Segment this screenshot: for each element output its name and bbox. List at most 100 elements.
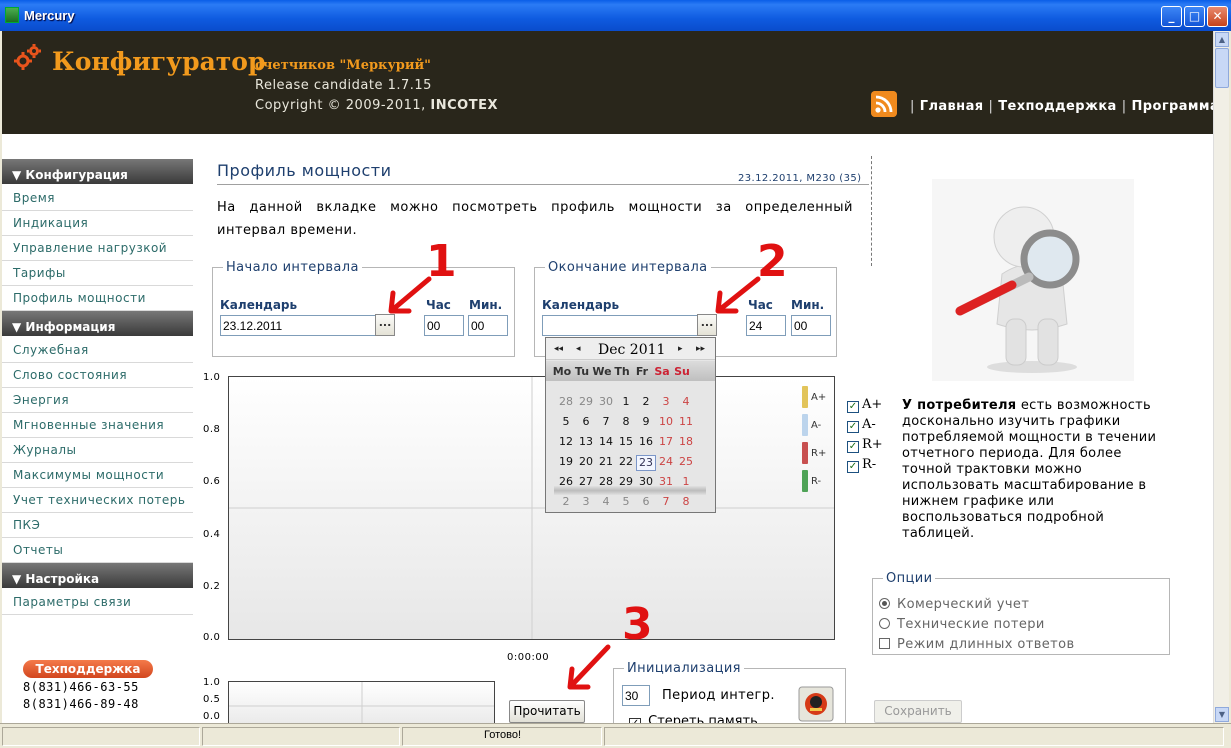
- checkbox-checked-icon[interactable]: ✓: [847, 401, 859, 413]
- calendar-day[interactable]: 22: [616, 455, 636, 468]
- rss-icon[interactable]: [871, 91, 897, 117]
- integration-period-input[interactable]: [622, 685, 650, 706]
- calendar-day[interactable]: 27: [576, 475, 596, 488]
- calendar-day[interactable]: 20: [576, 455, 596, 468]
- calendar-day[interactable]: 2: [556, 495, 576, 508]
- calendar-day[interactable]: 12: [556, 435, 576, 448]
- calendar-day[interactable]: 7: [656, 495, 676, 508]
- checkbox-checked-icon[interactable]: ✓: [847, 421, 859, 433]
- init-device-icon[interactable]: [798, 686, 834, 722]
- title-bar[interactable]: Mercury _ □ ✕: [0, 0, 1231, 31]
- checkbox-icon[interactable]: [879, 638, 890, 649]
- calendar-day[interactable]: 26: [556, 475, 576, 488]
- calendar-day[interactable]: 3: [656, 395, 676, 408]
- nav-program-link[interactable]: Программа: [1132, 99, 1214, 114]
- scroll-up-icon[interactable]: ▲: [1215, 32, 1229, 47]
- toggle-r-minus[interactable]: ✓ R-: [847, 457, 876, 473]
- support-badge[interactable]: Техподдержка: [23, 660, 153, 678]
- checkbox-checked-icon[interactable]: ✓: [847, 441, 859, 453]
- calendar-day[interactable]: 8: [616, 415, 636, 428]
- calendar-day[interactable]: 11: [676, 415, 696, 428]
- calendar-day[interactable]: 14: [596, 435, 616, 448]
- end-min-input[interactable]: [791, 315, 831, 336]
- calendar-day[interactable]: 6: [576, 415, 596, 428]
- calendar-day[interactable]: 9: [636, 415, 656, 428]
- sidebar-section-configuration[interactable]: ▼ Конфигурация: [2, 159, 193, 184]
- power-profile-chart[interactable]: [228, 376, 835, 640]
- calendar-day[interactable]: 1: [616, 395, 636, 408]
- radio-icon[interactable]: [879, 618, 890, 629]
- calendar-day[interactable]: 30: [636, 475, 656, 488]
- calendar-day[interactable]: 2: [636, 395, 656, 408]
- sidebar-item-technical-losses[interactable]: Учет технических потерь: [2, 488, 193, 513]
- close-button[interactable]: ✕: [1207, 6, 1228, 27]
- calendar-day[interactable]: 23: [636, 455, 656, 471]
- sidebar-item-pke[interactable]: ПКЭ: [2, 513, 193, 538]
- calendar-day[interactable]: 6: [636, 495, 656, 508]
- calendar-day[interactable]: 28: [556, 395, 576, 408]
- calendar-day[interactable]: 31: [656, 475, 676, 488]
- save-button[interactable]: Сохранить: [874, 700, 962, 723]
- calendar-month-label[interactable]: Dec 2011: [598, 342, 665, 358]
- calendar-day[interactable]: 15: [616, 435, 636, 448]
- sidebar-item-connection-params[interactable]: Параметры связи: [2, 590, 193, 615]
- radio-selected-icon[interactable]: [879, 598, 890, 609]
- calendar-day[interactable]: 8: [676, 495, 696, 508]
- minimize-button[interactable]: _: [1161, 6, 1182, 27]
- calendar-day[interactable]: 5: [556, 415, 576, 428]
- sidebar-item-load-control[interactable]: Управление нагрузкой: [2, 236, 193, 261]
- calendar-day[interactable]: 18: [676, 435, 696, 448]
- clear-memory-row[interactable]: ✓ Стереть память: [629, 714, 758, 723]
- calendar-day[interactable]: 24: [656, 455, 676, 468]
- toggle-a-plus[interactable]: ✓ A+: [847, 397, 882, 413]
- calendar-day[interactable]: 19: [556, 455, 576, 468]
- option-long-replies[interactable]: Режим длинных ответов: [879, 637, 1075, 652]
- sidebar-item-power-profile[interactable]: Профиль мощности: [2, 286, 193, 311]
- checkbox-checked-icon[interactable]: ✓: [847, 461, 859, 473]
- option-technical-losses[interactable]: Технические потери: [879, 617, 1045, 632]
- start-min-input[interactable]: [468, 315, 508, 336]
- sidebar-section-information[interactable]: ▼ Информация: [2, 311, 193, 336]
- scroll-thumb[interactable]: [1215, 48, 1229, 88]
- option-commercial[interactable]: Комерческий учет: [879, 597, 1029, 612]
- sidebar-item-power-maximums[interactable]: Максимумы мощности: [2, 463, 193, 488]
- calendar-day[interactable]: 7: [596, 415, 616, 428]
- next-year-icon[interactable]: ▸▸: [696, 344, 705, 354]
- calendar-day[interactable]: 4: [596, 495, 616, 508]
- sidebar-item-time[interactable]: Время: [2, 186, 193, 211]
- sidebar-item-tariffs[interactable]: Тарифы: [2, 261, 193, 286]
- sidebar-item-instant-values[interactable]: Мгновенные значения: [2, 413, 193, 438]
- calendar-day[interactable]: 21: [596, 455, 616, 468]
- vertical-scrollbar[interactable]: ▲ ▼: [1213, 31, 1229, 723]
- toggle-a-minus[interactable]: ✓ A-: [847, 417, 876, 433]
- calendar-day[interactable]: 29: [576, 395, 596, 408]
- sidebar-item-energy[interactable]: Энергия: [2, 388, 193, 413]
- calendar-day[interactable]: 16: [636, 435, 656, 448]
- sidebar-section-settings[interactable]: ▼ Настройка: [2, 563, 193, 588]
- sidebar-item-indication[interactable]: Индикация: [2, 211, 193, 236]
- calendar-day[interactable]: 10: [656, 415, 676, 428]
- end-date-input[interactable]: [542, 315, 698, 336]
- calendar-day[interactable]: 30: [596, 395, 616, 408]
- overview-chart[interactable]: [228, 681, 495, 723]
- start-date-input[interactable]: [220, 315, 376, 336]
- sidebar-item-journals[interactable]: Журналы: [2, 438, 193, 463]
- calendar-day[interactable]: 1: [676, 475, 696, 488]
- scroll-down-icon[interactable]: ▼: [1215, 707, 1229, 722]
- calendar-day[interactable]: 28: [596, 475, 616, 488]
- calendar-day[interactable]: 13: [576, 435, 596, 448]
- maximize-button[interactable]: □: [1184, 6, 1205, 27]
- read-button[interactable]: Прочитать: [509, 700, 585, 723]
- sidebar-item-reports[interactable]: Отчеты: [2, 538, 193, 563]
- calendar-day[interactable]: 17: [656, 435, 676, 448]
- prev-year-icon[interactable]: ◂◂: [554, 344, 563, 354]
- sidebar-item-status-word[interactable]: Слово состояния: [2, 363, 193, 388]
- prev-month-icon[interactable]: ◂: [576, 344, 581, 354]
- nav-home-link[interactable]: Главная: [920, 99, 984, 114]
- nav-support-link[interactable]: Техподдержка: [998, 99, 1116, 114]
- calendar-day[interactable]: 25: [676, 455, 696, 468]
- sidebar-item-service[interactable]: Служебная: [2, 338, 193, 363]
- next-month-icon[interactable]: ▸: [678, 344, 683, 354]
- calendar-popup[interactable]: ◂◂ ◂ Dec 2011 ▸ ▸▸ Mo Tu We Th Fr Sa Su 28 29 30…: [545, 337, 716, 513]
- calendar-day[interactable]: 5: [616, 495, 636, 508]
